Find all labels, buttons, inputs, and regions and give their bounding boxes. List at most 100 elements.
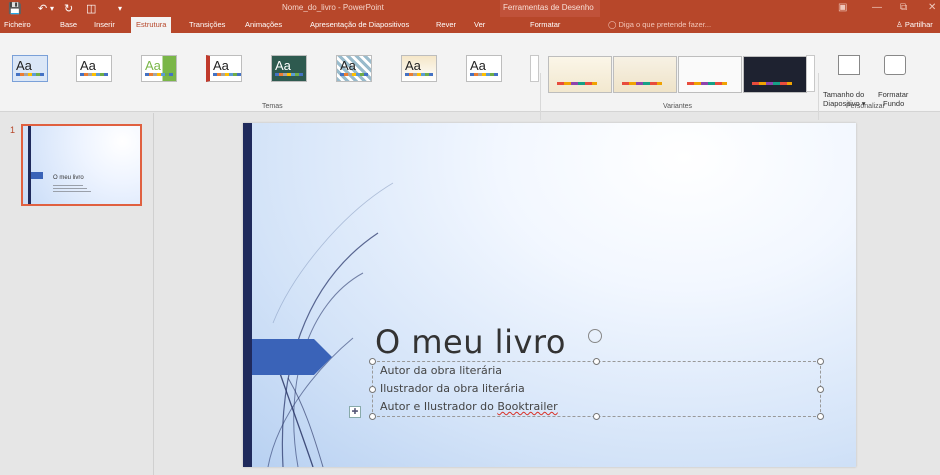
slide-thumbnail-pane: 1 O meu livro: [0, 113, 154, 475]
variant-color-bar: [557, 82, 597, 85]
theme-color-bar: [16, 73, 44, 76]
slide-number: 1: [10, 125, 16, 135]
resize-handle[interactable]: [593, 413, 600, 420]
theme-thumb-2[interactable]: Aa: [76, 55, 112, 82]
group-separator: [540, 73, 541, 120]
title-bar: 💾 ↶ ▾ ↻ ◫ ▾ Nome_do_livro - PowerPoint ▣…: [0, 0, 940, 17]
person-icon: ♙: [896, 20, 905, 29]
variant-thumb-1[interactable]: [548, 56, 612, 93]
subtitle-line-1: Autor da obra literária: [380, 364, 503, 377]
thumb-subtitle-line: [53, 185, 83, 186]
layout-options-icon[interactable]: ✚: [349, 406, 361, 418]
redo-icon[interactable]: ↻: [64, 2, 73, 15]
document-title: Nome_do_livro - PowerPoint: [282, 3, 384, 12]
format-bg-label-2[interactable]: Fundo: [883, 99, 904, 108]
resize-handle[interactable]: [817, 386, 824, 393]
theme-sample-text: Aa: [470, 58, 486, 73]
rotate-handle-icon[interactable]: [588, 329, 602, 343]
contextual-tab-title: Ferramentas de Desenho: [503, 3, 594, 12]
resize-handle[interactable]: [369, 413, 376, 420]
slide-left-bar: [243, 123, 252, 467]
tell-me-box[interactable]: ◯ Diga o que pretende fazer...: [608, 20, 711, 29]
theme-thumb-5[interactable]: Aa: [271, 55, 307, 82]
misspelled-word[interactable]: Booktrailer: [497, 400, 557, 413]
variant-thumb-3[interactable]: [678, 56, 742, 93]
theme-thumb-7[interactable]: Aa: [401, 55, 437, 82]
tab-file[interactable]: Ficheiro: [4, 20, 31, 29]
ribbon-tabs: Ficheiro Base Inserir Estrutura Transiçõ…: [0, 17, 940, 33]
variant-color-bar: [622, 82, 662, 85]
theme-color-bar: [145, 73, 173, 76]
theme-color-bar: [340, 73, 368, 76]
theme-color-bar: [405, 73, 433, 76]
theme-thumb-6[interactable]: Aa: [336, 55, 372, 82]
tab-format[interactable]: Formatar: [530, 20, 560, 29]
subtitle-line-3: Autor e Ilustrador do Booktrailer: [380, 400, 558, 413]
undo-icon[interactable]: ↶: [38, 2, 47, 15]
customize-group-label: Personalizar: [846, 103, 885, 110]
undo-dropdown-icon[interactable]: ▾: [50, 4, 54, 13]
resize-handle[interactable]: [369, 386, 376, 393]
variants-gallery-scroll[interactable]: [806, 55, 815, 92]
thumb-subtitle-line: [53, 191, 91, 192]
thumb-left-bar: [28, 126, 31, 204]
start-presentation-icon[interactable]: ◫: [86, 2, 96, 15]
subtitle-placeholder[interactable]: Autor da obra literária Ilustrador da ob…: [369, 358, 824, 420]
theme-color-bar: [80, 73, 108, 76]
tab-view[interactable]: Ver: [474, 20, 485, 29]
theme-thumb-8[interactable]: Aa: [466, 55, 502, 82]
tab-design[interactable]: Estrutura: [131, 17, 172, 33]
format-bg-label-1[interactable]: Formatar: [878, 90, 908, 99]
tab-slide-show[interactable]: Apresentação de Diapositivos: [310, 20, 409, 29]
theme-color-bar: [275, 73, 303, 76]
resize-handle[interactable]: [369, 358, 376, 365]
theme-thumb-4[interactable]: Aa: [206, 55, 242, 82]
tab-home[interactable]: Base: [60, 20, 77, 29]
close-icon[interactable]: ✕: [928, 2, 936, 13]
resize-handle[interactable]: [593, 358, 600, 365]
theme-office-thumb[interactable]: Aa: [12, 55, 48, 82]
theme-sample-text: Aa: [145, 58, 161, 73]
thumb-title: O meu livro: [53, 175, 84, 181]
share-button[interactable]: ♙ Partilhar: [896, 20, 933, 29]
powerpoint-window: 💾 ↶ ▾ ↻ ◫ ▾ Nome_do_livro - PowerPoint ▣…: [0, 0, 940, 475]
themes-gallery-scroll[interactable]: [530, 55, 539, 82]
tab-review[interactable]: Rever: [436, 20, 456, 29]
theme-sample-text: Aa: [275, 58, 291, 73]
resize-handle[interactable]: [817, 358, 824, 365]
format-background-icon[interactable]: [884, 55, 906, 75]
minimize-icon[interactable]: —: [872, 2, 882, 13]
slide-thumbnail[interactable]: O meu livro: [21, 124, 142, 206]
resize-handle[interactable]: [817, 413, 824, 420]
variants-group-label: Variantes: [663, 103, 693, 110]
tab-insert[interactable]: Inserir: [94, 20, 115, 29]
slide-canvas[interactable]: O meu livro Autor da obra literária Ilus…: [243, 123, 856, 467]
variant-color-bar: [752, 82, 792, 85]
subtitle-line-2: Ilustrador da obra literária: [380, 382, 525, 395]
theme-sample-text: Aa: [80, 58, 96, 73]
theme-sample-text: Aa: [340, 58, 356, 73]
maximize-icon[interactable]: ⧉: [900, 2, 907, 13]
slide-size-label-1[interactable]: Tamanho do: [823, 90, 864, 99]
tab-transitions[interactable]: Transições: [189, 20, 225, 29]
variant-thumb-4[interactable]: [743, 56, 807, 93]
tell-me-text: Diga o que pretende fazer...: [618, 20, 712, 29]
tab-animations[interactable]: Animações: [245, 20, 282, 29]
theme-sample-text: Aa: [16, 58, 32, 73]
variant-thumb-2[interactable]: [613, 56, 677, 93]
subtitle-line-3-text: Autor e Ilustrador do: [380, 400, 498, 413]
slide-title[interactable]: O meu livro: [375, 323, 566, 361]
theme-thumb-3[interactable]: Aa: [141, 55, 177, 82]
themes-group-label: Temas: [262, 103, 283, 110]
customize-qat-icon[interactable]: ▾: [118, 4, 122, 13]
theme-sample-text: Aa: [213, 58, 229, 73]
theme-sample-text: Aa: [405, 58, 421, 73]
slide-size-icon[interactable]: [838, 55, 860, 75]
lightbulb-icon: ◯: [608, 20, 619, 29]
slide-arrow-shape: [252, 339, 332, 375]
save-icon[interactable]: 💾: [8, 2, 22, 15]
theme-color-bar: [213, 73, 241, 76]
group-separator: [818, 73, 819, 120]
ribbon-display-icon[interactable]: ▣: [838, 2, 847, 13]
share-label: Partilhar: [904, 20, 933, 29]
